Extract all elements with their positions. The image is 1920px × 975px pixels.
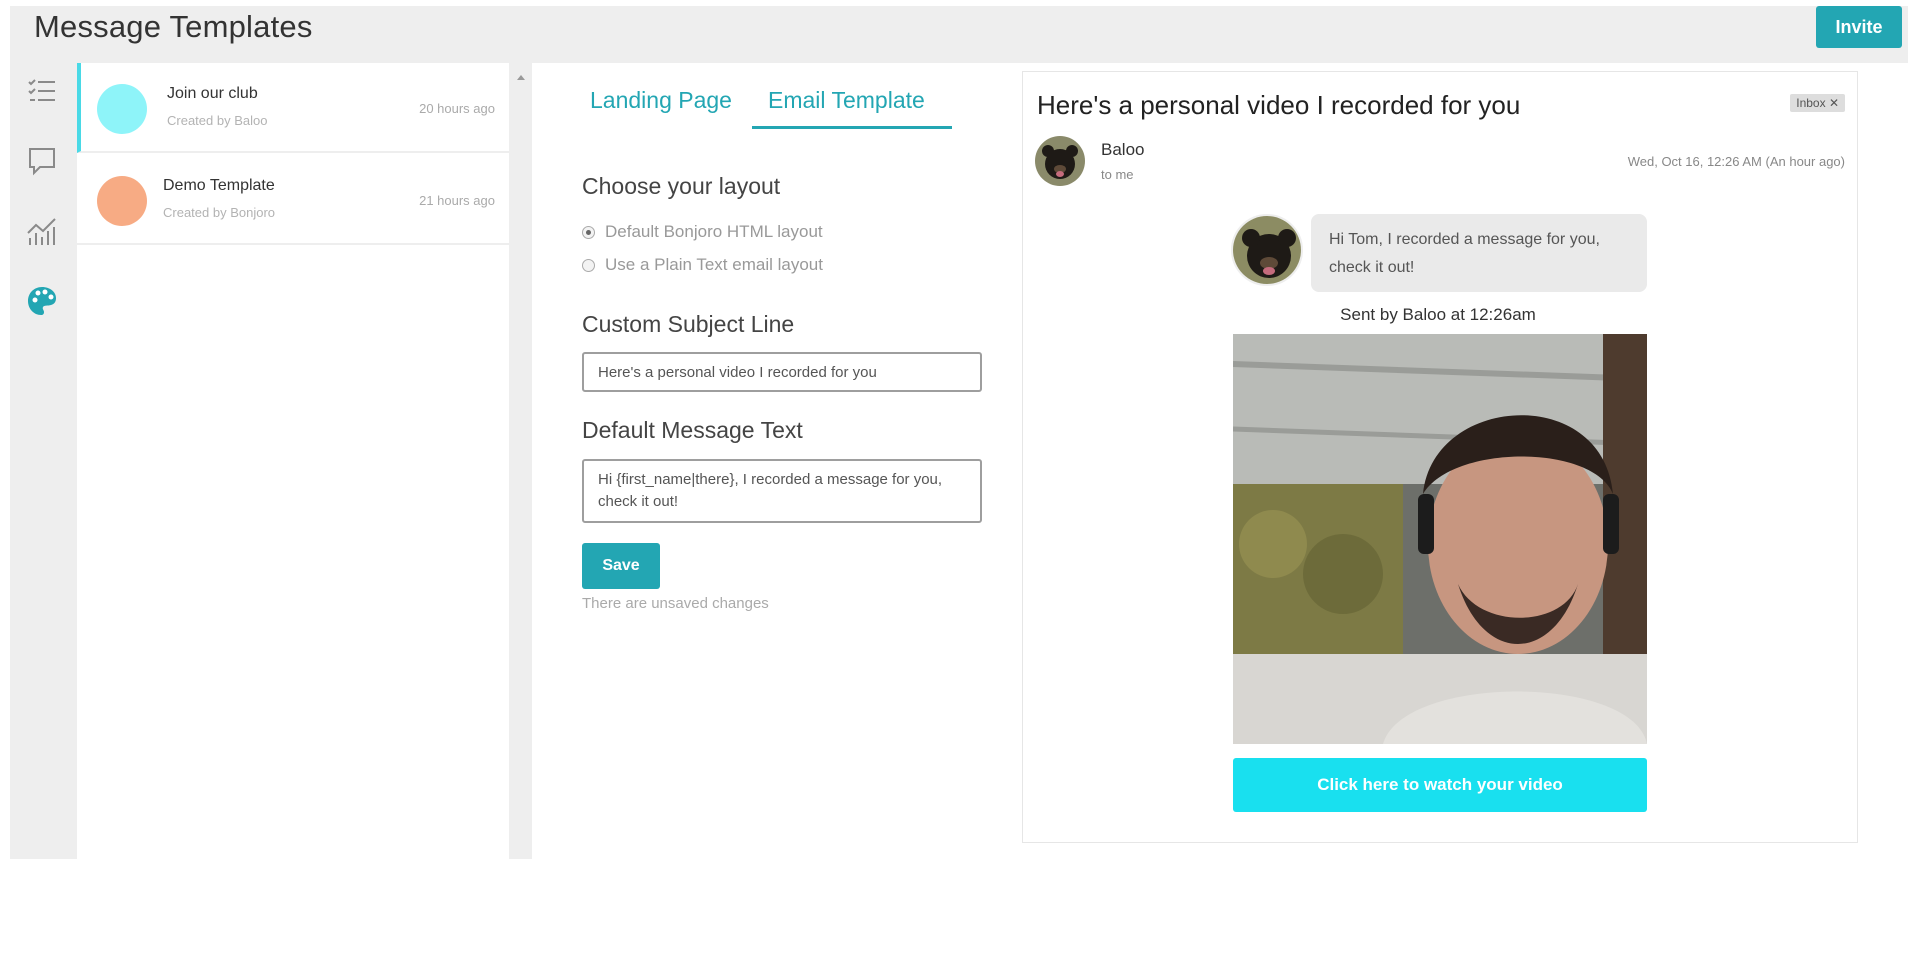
editor-panel: Landing Page Email Template Choose your …	[532, 63, 1908, 859]
app-window: Message Templates Invite Join our club C…	[10, 6, 1908, 859]
task-list-icon[interactable]	[20, 69, 64, 113]
page-title: Message Templates	[34, 9, 313, 44]
template-name: Join our club	[167, 85, 258, 102]
recipient-line: to me	[1101, 167, 1134, 182]
layout-option-label: Use a Plain Text email layout	[605, 255, 823, 274]
template-item-join-our-club[interactable]: Join our club Created by Baloo 20 hours …	[77, 63, 509, 153]
email-preview: Here's a personal video I recorded for y…	[1022, 71, 1858, 843]
unsaved-changes-note: There are unsaved changes	[582, 595, 769, 612]
inbox-label-badge: Inbox ✕	[1790, 94, 1845, 112]
layout-option-plain-text[interactable]: Use a Plain Text email layout	[582, 255, 823, 275]
layout-option-label: Default Bonjoro HTML layout	[605, 222, 823, 241]
template-creator: Created by Baloo	[167, 113, 268, 128]
message-textarea[interactable]	[582, 459, 982, 523]
template-time: 20 hours ago	[419, 101, 495, 116]
template-creator: Created by Bonjoro	[163, 205, 276, 220]
sender-avatar	[1035, 136, 1085, 186]
message-bubble: Hi Tom, I recorded a message for you, ch…	[1311, 214, 1647, 292]
sidebar-rail	[10, 63, 77, 859]
radio-button[interactable]	[582, 225, 595, 239]
video-thumbnail[interactable]	[1233, 334, 1647, 744]
scroll-up-icon[interactable]	[517, 75, 525, 80]
invite-button[interactable]: Invite	[1816, 6, 1902, 48]
subject-heading: Custom Subject Line	[582, 311, 795, 337]
template-name: Demo Template	[163, 177, 275, 194]
message-heading: Default Message Text	[582, 417, 803, 443]
analytics-chart-icon[interactable]	[20, 209, 64, 253]
watch-video-button[interactable]: Click here to watch your video	[1233, 758, 1647, 812]
template-avatar	[97, 176, 147, 226]
layout-option-html[interactable]: Default Bonjoro HTML layout	[582, 222, 823, 242]
list-scrollbar[interactable]	[509, 63, 532, 859]
tab-landing-page[interactable]: Landing Page	[590, 87, 732, 129]
template-list: Join our club Created by Baloo 20 hours …	[77, 63, 509, 859]
layout-heading: Choose your layout	[582, 173, 781, 199]
palette-icon[interactable]	[20, 279, 64, 323]
sent-by-line: Sent by Baloo at 12:26am	[1340, 305, 1536, 324]
bubble-avatar	[1231, 214, 1303, 286]
radio-button[interactable]	[582, 258, 595, 272]
chat-bubble-icon[interactable]	[20, 139, 64, 183]
template-item-demo-template[interactable]: Demo Template Created by Bonjoro 21 hour…	[77, 155, 509, 245]
tab-email-template[interactable]: Email Template	[752, 87, 952, 129]
sender-name: Baloo	[1101, 140, 1145, 159]
save-button[interactable]: Save	[582, 543, 660, 589]
template-avatar	[97, 84, 147, 134]
subject-input[interactable]	[582, 352, 982, 392]
email-date: Wed, Oct 16, 12:26 AM (An hour ago)	[1627, 154, 1845, 169]
email-subject: Here's a personal video I recorded for y…	[1037, 90, 1521, 120]
template-time: 21 hours ago	[419, 193, 495, 208]
